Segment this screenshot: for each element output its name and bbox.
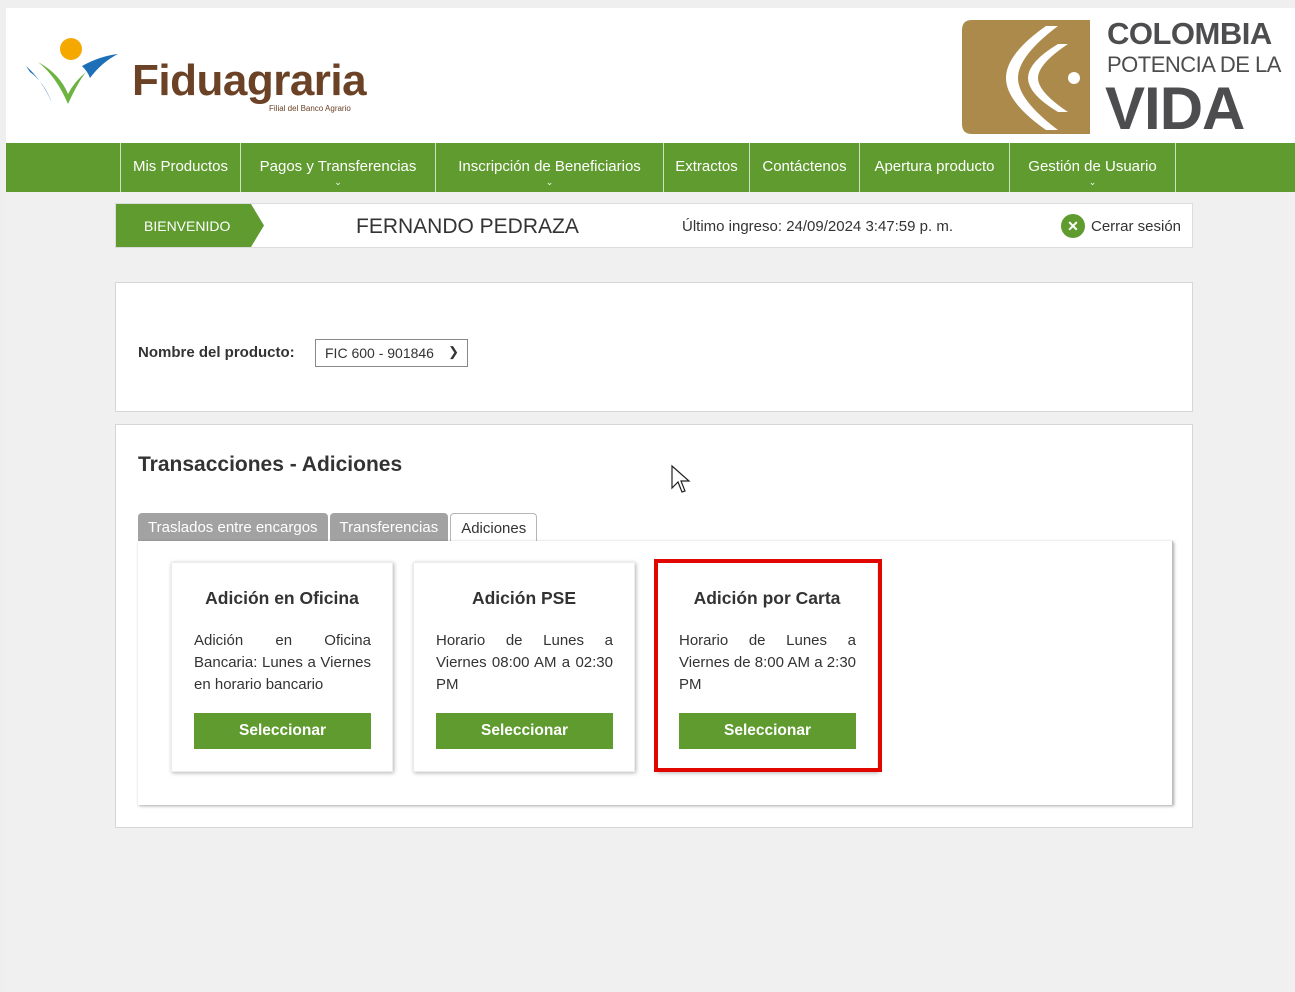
gov-line-1: COLOMBIA [1107, 16, 1272, 51]
card-adicion-pse: Adición PSE Horario de Lunes a Viernes 0… [413, 562, 635, 772]
nav-items: Mis Productos Pagos y Transferencias ⌄ I… [120, 143, 1176, 192]
logo-subtitle: Filial del Banco Agrario [269, 104, 351, 113]
last-login: Último ingreso: 24/09/2024 3:47:59 p. m. [682, 218, 953, 235]
product-panel: Nombre del producto: FIC 600 - 901846 ❯ [115, 282, 1193, 412]
nav-item-label: Pagos y Transferencias [259, 158, 417, 175]
product-select[interactable]: FIC 600 - 901846 ❯ [315, 339, 468, 367]
nav-item-label: Mis Productos [132, 158, 229, 175]
nav-item-label: Contáctenos [762, 158, 847, 175]
nav-item-extractos[interactable]: Extractos [664, 143, 750, 192]
logout-label: Cerrar sesión [1091, 217, 1182, 235]
card-description: Adición en Oficina Bancaria: Lunes a Vie… [194, 632, 371, 693]
nav-item-inscripcion-beneficiarios[interactable]: Inscripción de Beneficiarios ⌄ [436, 143, 664, 192]
welcome-bar: BIENVENIDO FERNANDO PEDRAZA Último ingre… [115, 203, 1193, 248]
chevron-down-icon: ⌄ [1088, 177, 1097, 187]
nav-item-gestion-usuario[interactable]: Gestión de Usuario ⌄ [1010, 143, 1176, 192]
nav-item-label: Gestión de Usuario [1028, 158, 1157, 175]
nav-item-contactenos[interactable]: Contáctenos [750, 143, 860, 192]
tab-adiciones[interactable]: Adiciones [450, 513, 538, 542]
card-adicion-oficina: Adición en Oficina Adición en Oficina Ba… [171, 562, 393, 772]
chevron-down-icon: ❯ [448, 344, 459, 359]
mouse-cursor-icon [671, 464, 691, 493]
fiduagraria-emblem-icon [26, 38, 118, 104]
transactions-panel: Transacciones - Adiciones Traslados entr… [115, 424, 1193, 828]
nav-item-apertura-producto[interactable]: Apertura producto [860, 143, 1010, 192]
product-select-value: FIC 600 - 901846 [325, 345, 434, 361]
chevron-down-icon: ⌄ [334, 177, 342, 187]
product-label: Nombre del producto: [138, 344, 295, 361]
nav-item-label: Inscripción de Beneficiarios [458, 158, 641, 175]
gov-line-3: VIDA [1105, 75, 1245, 142]
select-button[interactable]: Seleccionar [436, 713, 613, 749]
user-name: FERNANDO PEDRAZA [356, 215, 579, 238]
nav-item-pagos-transferencias[interactable]: Pagos y Transferencias ⌄ [241, 143, 436, 192]
welcome-tag: BIENVENIDO [116, 204, 264, 247]
logout-button[interactable]: ✕ Cerrar sesión [1061, 214, 1181, 238]
nav-item-label: Extractos [675, 158, 738, 175]
card-description: Horario de Lunes a Viernes de 8:00 AM a … [679, 632, 856, 693]
tab-traslados-entre-encargos[interactable]: Traslados entre encargos [138, 513, 328, 541]
card-title: Adición PSE [471, 588, 577, 608]
fiduagraria-logo[interactable]: Fiduagraria Filial del Banco Agrario [24, 36, 367, 116]
chevron-down-icon: ⌄ [545, 177, 554, 187]
card-title: Adición en Oficina [205, 588, 359, 608]
close-circle-icon: ✕ [1061, 214, 1085, 238]
window-frame-top [0, 0, 1295, 8]
select-button[interactable]: Seleccionar [679, 713, 856, 749]
logo-wordmark: Fiduagraria [132, 56, 367, 105]
nav-item-mis-productos[interactable]: Mis Productos [121, 143, 241, 192]
tab-transferencias[interactable]: Transferencias [329, 513, 449, 541]
card-title: Adición por Carta [693, 588, 841, 608]
card-description: Horario de Lunes a Viernes 08:00 AM a 02… [436, 632, 613, 693]
colombia-emblem-icon [962, 20, 1090, 134]
tab-content: Adición en Oficina Adición en Oficina Ba… [138, 541, 1173, 805]
select-button[interactable]: Seleccionar [194, 713, 371, 749]
card-adicion-carta: Adición por Carta Horario de Lunes a Vie… [656, 562, 878, 772]
nav-item-label: Apertura producto [874, 158, 995, 175]
transactions-title: Transacciones - Adiciones [138, 453, 403, 476]
main-navigation: Mis Productos Pagos y Transferencias ⌄ I… [6, 143, 1295, 192]
transaction-tabs: Traslados entre encargos Transferencias … [138, 513, 539, 542]
government-logo: COLOMBIA POTENCIA DE LA VIDA [962, 16, 1287, 142]
